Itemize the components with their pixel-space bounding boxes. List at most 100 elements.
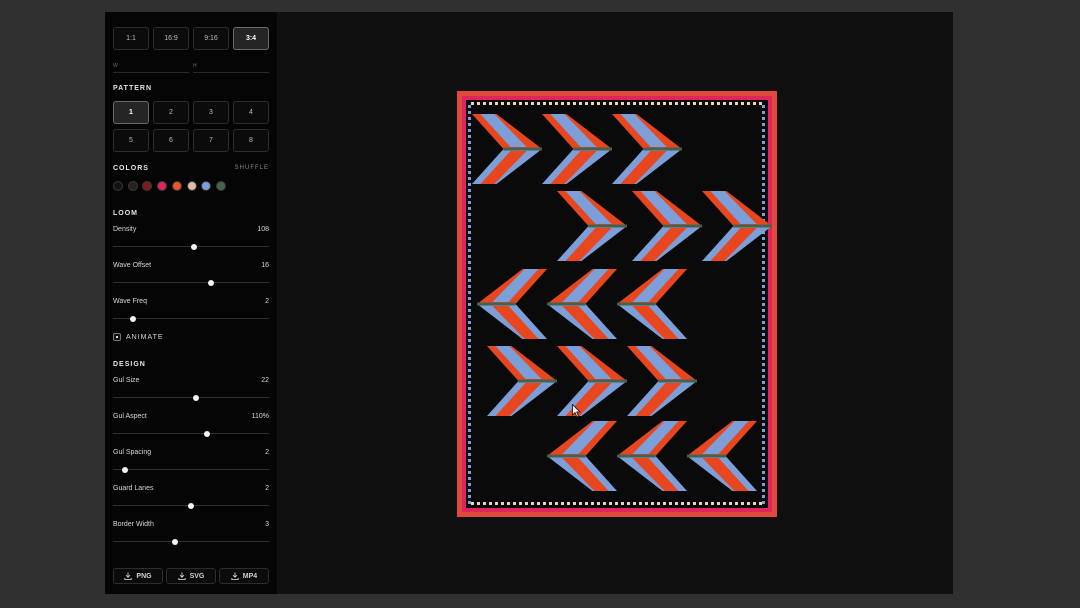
color-swatch[interactable]	[201, 181, 212, 191]
border-stitch	[468, 381, 471, 384]
border-stitch	[627, 102, 630, 105]
border-stitch	[762, 111, 765, 114]
border-stitch	[468, 417, 471, 420]
design-slider-track[interactable]	[113, 397, 269, 398]
color-swatch[interactable]	[157, 181, 168, 191]
loom-slider-thumb[interactable]	[208, 280, 215, 286]
border-stitch	[762, 501, 765, 504]
border-stitch	[657, 502, 660, 505]
aspect-9-16-button[interactable]: 9:16	[193, 27, 229, 50]
loom-slider-track[interactable]	[113, 318, 269, 319]
export-mp4-button[interactable]: MP4	[219, 568, 269, 584]
border-stitch	[468, 429, 471, 432]
pattern-4-button[interactable]: 4	[233, 101, 269, 124]
design-slider-thumb[interactable]	[188, 503, 194, 509]
height-field-label: H	[193, 63, 197, 69]
width-field[interactable]	[113, 72, 189, 73]
design-slider-track[interactable]	[113, 541, 269, 542]
gul-center-band	[573, 147, 612, 151]
border-stitch	[468, 483, 471, 486]
border-stitch	[762, 153, 765, 156]
design-slider-thumb[interactable]	[192, 395, 199, 401]
border-stitch	[468, 351, 471, 354]
border-stitch	[555, 502, 558, 505]
aspect-3-4-button[interactable]: 3:4	[233, 27, 269, 50]
border-stitch	[615, 102, 618, 105]
pattern-3-button[interactable]: 3	[193, 101, 229, 124]
border-stitch	[735, 502, 738, 505]
animate-checkbox[interactable]	[113, 333, 121, 341]
pattern-2-button[interactable]: 2	[153, 101, 189, 124]
border-stitch	[762, 483, 765, 486]
aspect-16-9-button[interactable]: 16:9	[153, 27, 189, 50]
pattern-8-button[interactable]: 8	[233, 129, 269, 152]
animate-label: ANIMATE	[126, 334, 164, 341]
color-swatch[interactable]	[142, 181, 153, 191]
height-field[interactable]	[193, 72, 269, 73]
border-stitch	[468, 501, 471, 504]
color-swatch[interactable]	[171, 181, 182, 191]
shuffle-button[interactable]: SHUFFLE	[235, 165, 269, 171]
color-swatch[interactable]	[113, 181, 123, 191]
border-stitch	[561, 502, 564, 505]
loom-slider-thumb[interactable]	[130, 316, 137, 322]
gul-center-band	[503, 147, 542, 151]
loom-slider-thumb[interactable]	[191, 244, 198, 250]
border-stitch	[507, 102, 510, 105]
design-slider-thumb[interactable]	[172, 539, 179, 545]
border-stitch	[468, 189, 471, 192]
design-slider-thumb[interactable]	[122, 467, 129, 473]
border-stitch	[597, 502, 600, 505]
export-svg-button[interactable]: SVG	[166, 568, 216, 584]
pattern-7-button[interactable]: 7	[193, 129, 229, 152]
border-stitch	[468, 435, 471, 438]
border-stitch	[468, 393, 471, 396]
border-stitch	[495, 102, 498, 105]
border-stitch	[759, 502, 762, 505]
border-stitch	[699, 502, 702, 505]
control-panel: 1:1 16:9 9:16 3:4 W H PATTERN 1 2 3 4 5 …	[105, 12, 277, 594]
border-stitch	[762, 165, 765, 168]
border-stitch	[501, 102, 504, 105]
loom-slider-label: Wave Freq	[113, 298, 147, 305]
border-stitch	[468, 231, 471, 234]
pattern-5-button[interactable]: 5	[113, 129, 149, 152]
border-stitch	[591, 102, 594, 105]
canvas-area[interactable]	[277, 12, 953, 594]
rug-preview[interactable]	[457, 91, 777, 517]
export-png-button[interactable]: PNG	[113, 568, 163, 584]
border-stitch	[468, 411, 471, 414]
border-stitch	[762, 123, 765, 126]
gul-center-band	[617, 454, 656, 458]
design-slider-thumb[interactable]	[203, 431, 210, 437]
border-stitch	[675, 102, 678, 105]
gul-center-band	[687, 454, 726, 458]
border-stitch	[762, 105, 765, 108]
border-stitch	[489, 102, 492, 105]
export-mp4-label: MP4	[242, 572, 258, 580]
border-stitch	[723, 102, 726, 105]
design-slider-track[interactable]	[113, 433, 269, 434]
aspect-1-1-button[interactable]: 1:1	[113, 27, 149, 50]
loom-slider-track[interactable]	[113, 282, 269, 283]
border-stitch	[747, 502, 750, 505]
border-stitch	[759, 102, 762, 105]
design-slider-track[interactable]	[113, 469, 269, 470]
border-stitch	[741, 102, 744, 105]
border-stitch	[762, 339, 765, 342]
border-stitch	[735, 102, 738, 105]
border-stitch	[549, 102, 552, 105]
border-stitch	[762, 279, 765, 282]
color-swatch[interactable]	[186, 181, 197, 191]
gul-center-band	[477, 302, 516, 306]
border-stitch	[729, 102, 732, 105]
color-swatch[interactable]	[215, 181, 226, 191]
design-title: DESIGN	[113, 361, 146, 368]
pattern-6-button[interactable]: 6	[153, 129, 189, 152]
border-stitch	[687, 502, 690, 505]
color-swatch[interactable]	[127, 181, 138, 191]
loom-title: LOOM	[113, 210, 138, 217]
border-stitch	[762, 489, 765, 492]
pattern-1-button[interactable]: 1	[113, 101, 149, 124]
border-stitch	[468, 441, 471, 444]
